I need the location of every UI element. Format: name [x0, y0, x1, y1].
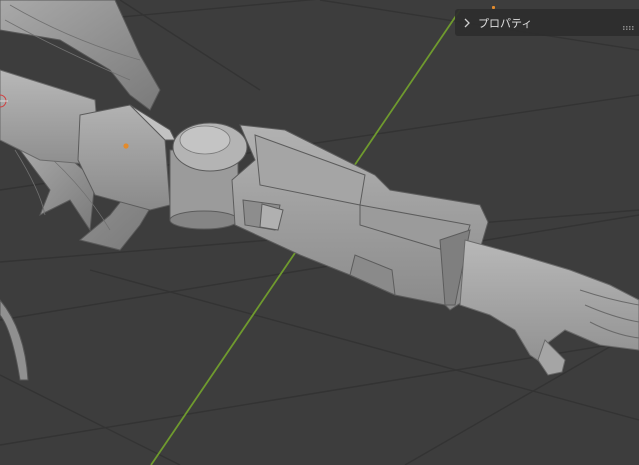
viewport-canvas[interactable]	[0, 0, 639, 465]
chevron-right-icon[interactable]	[463, 18, 473, 28]
origin-marker	[123, 143, 129, 149]
3d-viewport[interactable]	[0, 0, 639, 465]
properties-panel-label: プロパティ	[478, 16, 533, 30]
drag-grip-icon[interactable]	[623, 20, 635, 30]
properties-panel[interactable]: プロパティ	[455, 9, 639, 36]
